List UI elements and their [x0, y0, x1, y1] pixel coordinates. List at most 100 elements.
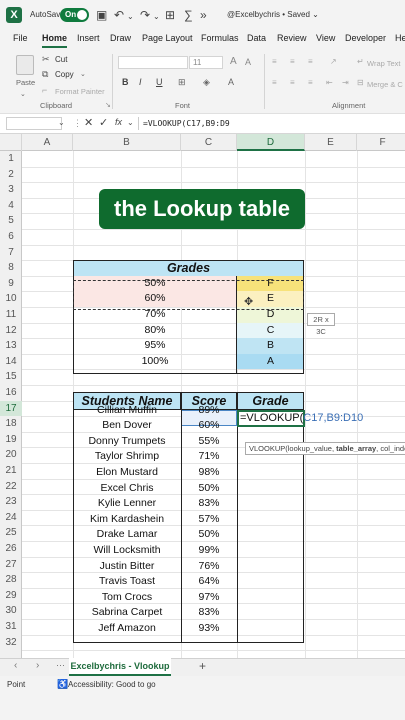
row-header-3[interactable]: 3 [0, 182, 22, 198]
row-header-13[interactable]: 13 [0, 338, 22, 354]
copy-label[interactable]: Copy [55, 70, 74, 79]
row-header-9[interactable]: 9 [0, 276, 22, 292]
undo-dropdown-icon[interactable]: ⌄ [127, 10, 134, 24]
save-icon[interactable]: ▣ [96, 8, 107, 22]
column-header-f[interactable]: F [357, 134, 405, 151]
clipboard-launcher-icon[interactable]: ↘ [105, 101, 111, 109]
format-painter-label[interactable]: Format Painter [55, 87, 105, 96]
menu-page-layout[interactable]: Page Layout [142, 33, 193, 43]
row-header-12[interactable]: 12 [0, 323, 22, 339]
row-header-23[interactable]: 23 [0, 494, 22, 510]
row-header-22[interactable]: 22 [0, 479, 22, 495]
name-box[interactable] [6, 117, 62, 130]
row-header-30[interactable]: 30 [0, 603, 22, 619]
row-header-26[interactable]: 26 [0, 541, 22, 557]
column-header-a[interactable]: A [22, 134, 73, 151]
row-header-31[interactable]: 31 [0, 619, 22, 635]
align-right-icon[interactable]: ≡ [308, 78, 313, 87]
orientation-icon[interactable]: ↗ [330, 57, 337, 66]
bold-button[interactable]: B [122, 77, 129, 87]
font-name-select[interactable] [118, 56, 188, 69]
underline-button[interactable]: U [156, 77, 163, 87]
redo-dropdown-icon[interactable]: ⌄ [153, 10, 160, 24]
cut-label[interactable]: Cut [55, 55, 67, 64]
wrap-text-label[interactable]: Wrap Text [367, 59, 401, 68]
fill-color-icon[interactable]: ◈ [203, 77, 210, 88]
column-header-b[interactable]: B [73, 134, 181, 151]
cell-edit-text[interactable]: =VLOOKUP(C17,B9:D10 [240, 412, 363, 424]
menu-view[interactable]: View [316, 33, 335, 43]
row-header-18[interactable]: 18 [0, 416, 22, 432]
row-header-21[interactable]: 21 [0, 463, 22, 479]
menu-formulas[interactable]: Formulas [201, 33, 239, 43]
row-header-17[interactable]: 17 [0, 400, 22, 417]
copy-dropdown-icon[interactable]: ⌄ [80, 70, 86, 78]
row-header-6[interactable]: 6 [0, 229, 22, 245]
menu-developer[interactable]: Developer [345, 33, 386, 43]
row-header-8[interactable]: 8 [0, 260, 22, 276]
row-header-32[interactable]: 32 [0, 635, 22, 651]
row-header-25[interactable]: 25 [0, 525, 22, 541]
menu-home[interactable]: Home [42, 33, 67, 43]
row-header-24[interactable]: 24 [0, 510, 22, 526]
paste-dropdown-icon[interactable]: ⌄ [20, 90, 26, 98]
paste-icon[interactable] [16, 55, 34, 75]
align-bottom-icon[interactable]: ≡ [308, 57, 313, 66]
column-header-c[interactable]: C [181, 134, 237, 151]
formula-input[interactable]: =VLOOKUP(C17,B9:D9 [143, 119, 230, 128]
align-middle-icon[interactable]: ≡ [290, 57, 295, 66]
row-header-2[interactable]: 2 [0, 167, 22, 183]
scroll-right-icon[interactable]: › [36, 660, 39, 671]
menu-review[interactable]: Review [277, 33, 307, 43]
autosave-toggle[interactable]: On [60, 8, 89, 22]
row-header-7[interactable]: 7 [0, 245, 22, 261]
font-color-icon[interactable]: A [228, 77, 234, 87]
document-title[interactable]: @Excelbychris • Saved ⌄ [227, 10, 319, 19]
align-center-icon[interactable]: ≡ [290, 78, 295, 87]
table-icon[interactable]: ⊞ [165, 8, 175, 22]
indent-icon[interactable]: ⇤ [326, 78, 333, 87]
align-left-icon[interactable]: ≡ [272, 78, 277, 87]
select-all-corner[interactable] [0, 134, 22, 151]
font-size-select[interactable]: 11 [189, 56, 223, 69]
borders-icon[interactable]: ⊞ [178, 77, 186, 88]
function-tooltip[interactable]: VLOOKUP(lookup_value, table_array, col_i… [245, 442, 405, 455]
row-header-29[interactable]: 29 [0, 588, 22, 604]
merge-label[interactable]: Merge & C [367, 80, 403, 89]
fx-dropdown-icon[interactable]: ⌄ [127, 118, 134, 127]
row-header-5[interactable]: 5 [0, 213, 22, 229]
row-header-27[interactable]: 27 [0, 557, 22, 573]
menu-data[interactable]: Data [247, 33, 266, 43]
cancel-icon[interactable]: ✕ [84, 116, 93, 129]
row-header-14[interactable]: 14 [0, 354, 22, 370]
row-header-1[interactable]: 1 [0, 151, 22, 167]
sheet-list-icon[interactable]: ⋯ [56, 660, 65, 671]
row-header-4[interactable]: 4 [0, 198, 22, 214]
row-header-19[interactable]: 19 [0, 432, 22, 448]
scroll-left-icon[interactable]: ‹ [14, 660, 17, 671]
sum-icon[interactable]: ∑ [184, 8, 193, 22]
column-header-e[interactable]: E [305, 134, 357, 151]
outdent-icon[interactable]: ⇥ [342, 78, 349, 87]
undo-icon[interactable]: ↶ [114, 8, 124, 22]
align-top-icon[interactable]: ≡ [272, 57, 277, 66]
increase-font-icon[interactable]: A [230, 56, 237, 67]
accessibility-status[interactable]: Accessibility: Good to go [68, 680, 156, 689]
menu-file[interactable]: File [13, 33, 28, 43]
row-header-20[interactable]: 20 [0, 447, 22, 463]
sheet-tab-vlookup[interactable]: Excelbychris - Vlookup [69, 658, 171, 676]
decrease-font-icon[interactable]: A [245, 57, 251, 67]
column-header-d[interactable]: D [237, 134, 305, 151]
row-header-10[interactable]: 10 [0, 291, 22, 307]
row-header-28[interactable]: 28 [0, 572, 22, 588]
menu-insert[interactable]: Insert [77, 33, 100, 43]
menu-help[interactable]: He [395, 33, 405, 43]
enter-icon[interactable]: ✓ [99, 116, 108, 129]
quick-access-more-icon[interactable]: » [200, 8, 207, 22]
row-header-11[interactable]: 11 [0, 307, 22, 323]
insert-function-button[interactable]: fx [115, 117, 122, 127]
menu-draw[interactable]: Draw [110, 33, 131, 43]
row-header-16[interactable]: 16 [0, 385, 22, 401]
italic-button[interactable]: I [139, 77, 142, 87]
row-header-15[interactable]: 15 [0, 369, 22, 385]
